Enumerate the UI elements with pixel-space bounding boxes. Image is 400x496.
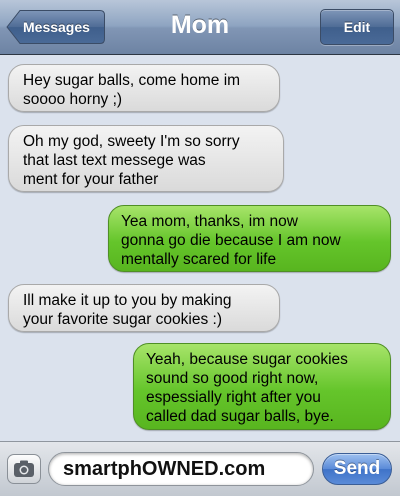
outgoing-message: Yeah, because sugar cookies sound so goo… [133,343,391,430]
incoming-message: Hey sugar balls, come home im soooo horn… [8,64,280,112]
message-text: Yea mom, thanks, im now gonna go die bec… [121,213,341,268]
incoming-message: Oh my god, sweety I'm so sorry that last… [8,125,284,192]
incoming-message: Ill make it up to you by making your fav… [8,284,280,332]
edit-button[interactable]: Edit [320,9,394,45]
send-button[interactable]: Send [322,453,392,485]
message-text: Oh my god, sweety I'm so sorry that last… [23,133,240,188]
navigation-bar: Messages Mom Edit [0,0,400,55]
message-list: Hey sugar balls, come home im soooo horn… [0,55,400,441]
camera-button[interactable] [7,454,41,484]
message-text: Ill make it up to you by making your fav… [23,292,232,328]
camera-icon [14,460,34,477]
message-text: Hey sugar balls, come home im soooo horn… [23,72,241,108]
message-text: Yeah, because sugar cookies sound so goo… [146,351,348,425]
compose-bar: smartphOWNED.com Send [0,441,400,496]
message-input[interactable]: smartphOWNED.com [48,452,314,486]
outgoing-message: Yea mom, thanks, im now gonna go die bec… [108,205,391,272]
